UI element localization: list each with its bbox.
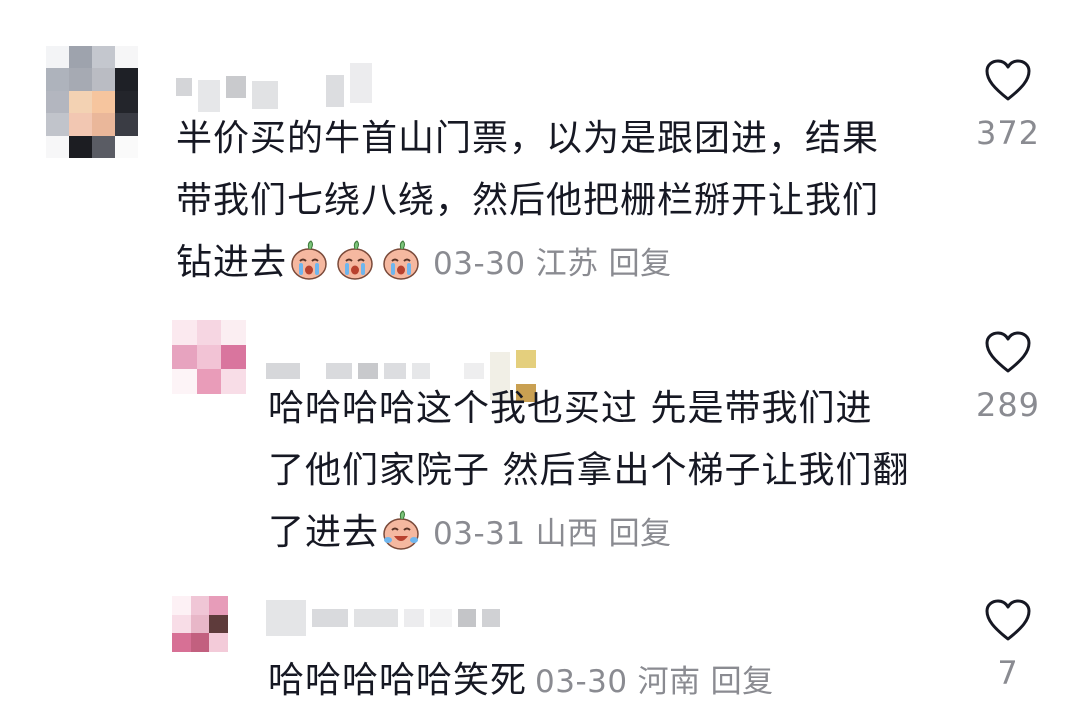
comment-location: 江苏 — [535, 246, 599, 282]
comment-text-line: 钻进去 03-30 江苏 回复 — [176, 232, 956, 295]
comment-meta: 03-30 河南 回复 — [535, 664, 774, 700]
username[interactable] — [176, 62, 372, 112]
username[interactable] — [266, 600, 500, 636]
comment-location: 河南 — [637, 664, 701, 700]
crying-face-emoji-icon — [337, 240, 373, 280]
comment-text-line: 了进去 03-31 山西 回复 — [268, 502, 948, 565]
comment-text-line: 哈哈哈哈哈笑死 03-30 河南 回复 — [268, 650, 948, 713]
reply-item: 哈哈哈哈哈笑死 03-30 河南 回复 7 — [0, 580, 1080, 726]
comment-item: 半价买的牛首山门票，以为是跟团进，结果 带我们七绕八绕，然后他把栅栏掰开让我们 … — [0, 0, 1080, 300]
reply-button[interactable]: 回复 — [711, 664, 774, 700]
heart-icon — [985, 59, 1031, 101]
comment-text: 哈哈哈哈这个我也买过 先是带我们进 了他们家院子 然后拿出个梯子让我们翻 了进去… — [268, 378, 948, 565]
heart-icon — [985, 331, 1031, 373]
comment-location: 山西 — [535, 516, 599, 552]
comment-text-line: 半价买的牛首山门票，以为是跟团进，结果 — [176, 118, 880, 159]
reply-button[interactable]: 回复 — [609, 246, 672, 282]
heart-icon — [985, 599, 1031, 641]
like-button[interactable]: 7 — [953, 598, 1063, 692]
comment-meta: 03-30 江苏 回复 — [433, 246, 672, 282]
reply-button[interactable]: 回复 — [609, 516, 672, 552]
comment-date: 03-31 — [433, 516, 526, 552]
comment-text: 哈哈哈哈哈笑死 03-30 河南 回复 — [268, 650, 948, 713]
comment-date: 03-30 — [433, 246, 526, 282]
comment-date: 03-30 — [535, 664, 628, 700]
comment-meta: 03-31 山西 回复 — [433, 516, 672, 552]
laughing-crying-face-emoji-icon — [383, 510, 419, 550]
comment-text-line: 了他们家院子 然后拿出个梯子让我们翻 — [268, 450, 910, 491]
comment-text: 半价买的牛首山门票，以为是跟团进，结果 带我们七绕八绕，然后他把栅栏掰开让我们 … — [176, 108, 956, 295]
comment-text-tail: 了进去 — [268, 512, 380, 553]
comment-text-line: 哈哈哈哈这个我也买过 先是带我们进 — [268, 388, 873, 429]
like-button[interactable]: 289 — [953, 330, 1063, 424]
avatar[interactable] — [46, 46, 138, 158]
crying-face-emoji-icon — [383, 240, 419, 280]
reply-item: 哈哈哈哈这个我也买过 先是带我们进 了他们家院子 然后拿出个梯子让我们翻 了进去… — [0, 300, 1080, 580]
like-count: 289 — [975, 386, 1041, 424]
avatar[interactable] — [172, 596, 228, 652]
crying-face-emoji-icon — [291, 240, 327, 280]
avatar[interactable] — [172, 320, 246, 394]
comment-text-line: 带我们七绕八绕，然后他把栅栏掰开让我们 — [176, 180, 880, 221]
comment-text-tail: 钻进去 — [176, 242, 288, 283]
like-count: 7 — [997, 654, 1019, 692]
like-button[interactable]: 372 — [953, 58, 1063, 152]
comment-text-tail: 哈哈哈哈哈笑死 — [268, 660, 528, 701]
like-count: 372 — [975, 114, 1041, 152]
